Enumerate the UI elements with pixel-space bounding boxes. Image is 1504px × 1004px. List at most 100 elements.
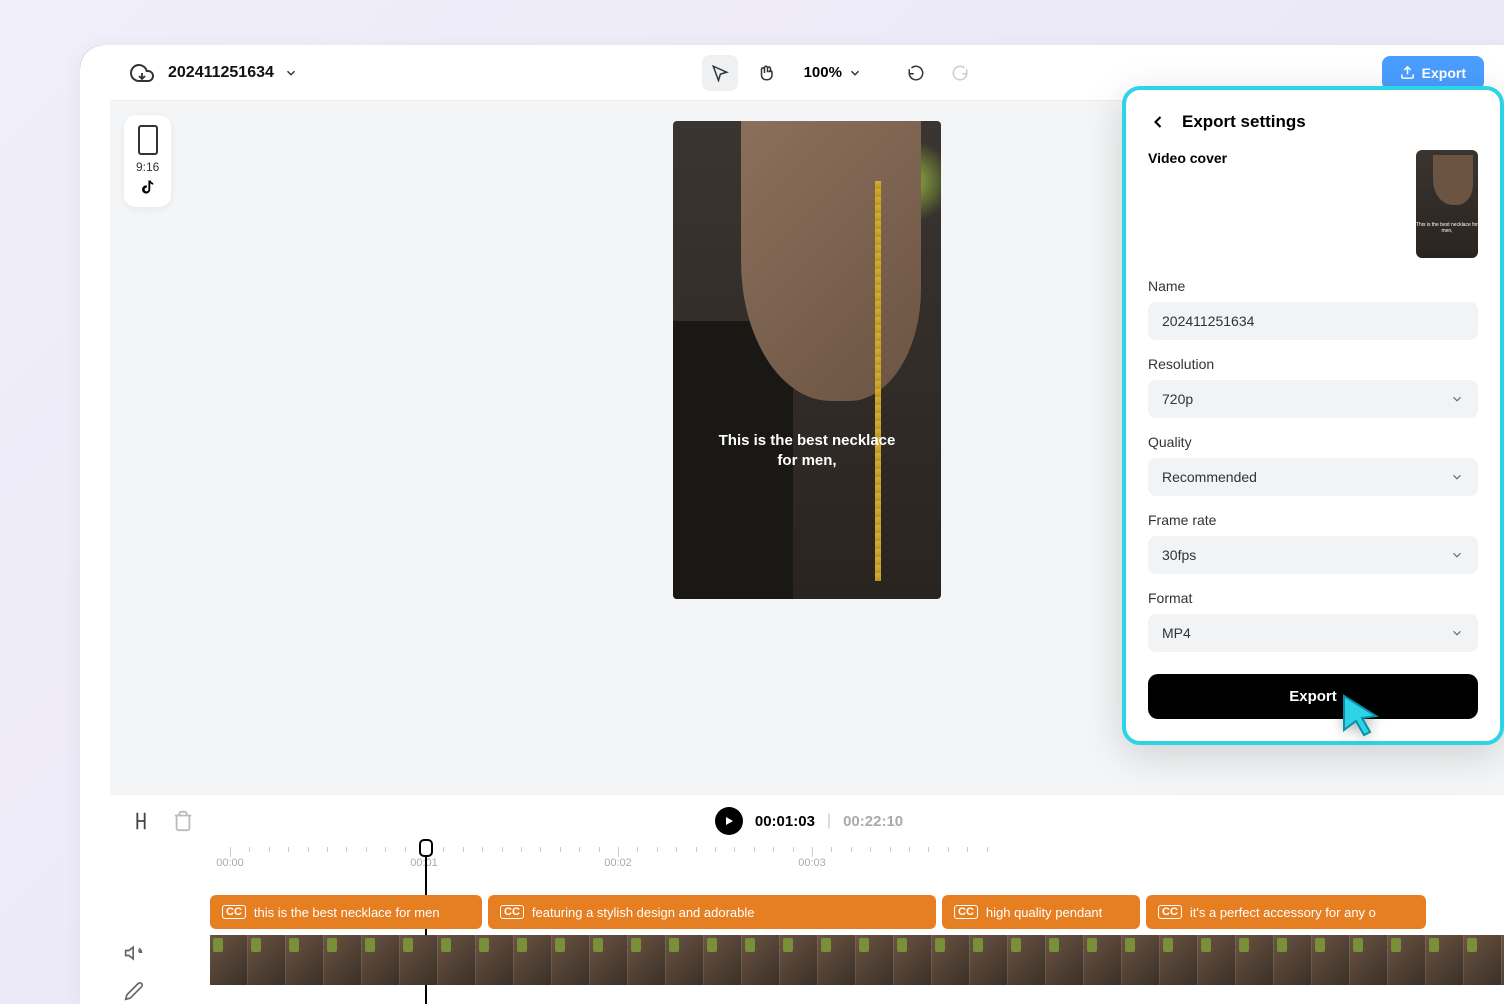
framerate-select[interactable]: 30fps <box>1148 536 1478 574</box>
export-button[interactable]: Export <box>1382 56 1484 90</box>
track-icons <box>124 943 144 1001</box>
cc-icon: CC <box>954 905 978 919</box>
name-group: Name <box>1148 278 1478 340</box>
video-thumbnail[interactable] <box>1046 935 1084 985</box>
aspect-ratio-card[interactable]: 9:16 <box>124 115 171 207</box>
video-thumbnail[interactable] <box>742 935 780 985</box>
chevron-down-icon <box>284 66 298 80</box>
back-button[interactable] <box>1148 112 1168 132</box>
video-thumbnail[interactable] <box>248 935 286 985</box>
timeline-controls: 00:01:03 | 00:22:10 <box>110 795 1504 847</box>
caption-clip[interactable]: CCfeaturing a stylish design and adorabl… <box>488 895 936 929</box>
video-thumbnail[interactable] <box>818 935 856 985</box>
video-thumbnail[interactable] <box>1426 935 1464 985</box>
topbar-center: 100% <box>702 55 978 91</box>
video-thumbnail[interactable] <box>856 935 894 985</box>
video-thumbnail[interactable] <box>286 935 324 985</box>
video-thumbnail[interactable] <box>552 935 590 985</box>
chevron-down-icon <box>1450 548 1464 562</box>
video-thumbnail[interactable] <box>438 935 476 985</box>
video-thumbnail[interactable] <box>970 935 1008 985</box>
zoom-value: 100% <box>804 64 842 81</box>
video-thumbnail[interactable] <box>1122 935 1160 985</box>
timeline-ruler[interactable]: 00:00 00:01 00:02 00:03 <box>110 847 1504 881</box>
cursor-tool[interactable] <box>702 55 738 91</box>
project-title: 202411251634 <box>168 64 274 82</box>
resolution-select[interactable]: 720p <box>1148 380 1478 418</box>
video-thumbnail[interactable] <box>894 935 932 985</box>
playhead-handle[interactable] <box>419 839 433 857</box>
quality-select[interactable]: Recommended <box>1148 458 1478 496</box>
ruler-label: 00:02 <box>604 857 632 869</box>
zoom-dropdown[interactable]: 100% <box>794 64 872 81</box>
video-track[interactable] <box>210 935 1504 985</box>
video-thumbnail[interactable] <box>780 935 818 985</box>
video-thumbnail[interactable] <box>1198 935 1236 985</box>
split-icon[interactable] <box>130 810 152 832</box>
video-thumbnail[interactable] <box>210 935 248 985</box>
caption-clip[interactable]: CCit's a perfect accessory for any o <box>1146 895 1426 929</box>
hand-tool[interactable] <box>748 55 784 91</box>
delete-icon[interactable] <box>172 810 194 832</box>
video-thumbnail[interactable] <box>400 935 438 985</box>
total-time: 00:22:10 <box>843 813 903 830</box>
video-thumbnail[interactable] <box>666 935 704 985</box>
panel-title: Export settings <box>1182 112 1306 132</box>
redo-button[interactable] <box>942 55 978 91</box>
ruler-label: 00:01 <box>410 857 438 869</box>
chevron-down-icon <box>1450 626 1464 640</box>
video-thumbnail[interactable] <box>628 935 666 985</box>
video-cover-row: Video cover This is the best necklace fo… <box>1148 150 1478 258</box>
cover-thumbnail[interactable]: This is the best necklace for men, <box>1416 150 1478 258</box>
aspect-ratio-label: 9:16 <box>136 160 159 174</box>
ruler-label: 00:00 <box>216 857 244 869</box>
timeline-tracks: CCthis is the best necklace for menCCfea… <box>110 895 1504 985</box>
video-thumbnail[interactable] <box>1236 935 1274 985</box>
tiktok-icon <box>139 179 157 197</box>
caption-clip[interactable]: CChigh quality pendant <box>942 895 1140 929</box>
video-thumbnail[interactable] <box>1312 935 1350 985</box>
video-preview[interactable]: This is the best necklace for men, <box>673 121 941 599</box>
cloud-icon[interactable] <box>130 61 154 85</box>
name-input[interactable] <box>1148 302 1478 340</box>
video-thumbnail[interactable] <box>1388 935 1426 985</box>
upload-icon <box>1400 65 1415 80</box>
video-thumbnail[interactable] <box>1274 935 1312 985</box>
caption-clip[interactable]: CCthis is the best necklace for men <box>210 895 482 929</box>
cc-icon: CC <box>222 905 246 919</box>
video-thumbnail[interactable] <box>1350 935 1388 985</box>
chevron-down-icon <box>848 66 862 80</box>
video-thumbnail[interactable] <box>514 935 552 985</box>
video-thumbnail[interactable] <box>324 935 362 985</box>
topbar-right: Export <box>1382 56 1484 90</box>
video-thumbnail[interactable] <box>1160 935 1198 985</box>
video-thumbnail[interactable] <box>1464 935 1502 985</box>
timeline-section: 00:01:03 | 00:22:10 00:00 00:01 00:02 00:03… <box>110 794 1504 1004</box>
video-thumbnail[interactable] <box>362 935 400 985</box>
video-thumbnail[interactable] <box>476 935 514 985</box>
playback-controls: 00:01:03 | 00:22:10 <box>715 807 903 835</box>
video-thumbnail[interactable] <box>1008 935 1046 985</box>
play-button[interactable] <box>715 807 743 835</box>
volume-icon[interactable] <box>124 943 144 963</box>
caption-track[interactable]: CCthis is the best necklace for menCCfea… <box>210 895 1504 929</box>
time-separator: | <box>827 812 831 830</box>
video-thumbnail[interactable] <box>932 935 970 985</box>
format-select[interactable]: MP4 <box>1148 614 1478 652</box>
resolution-label: Resolution <box>1148 356 1478 372</box>
ruler-label: 00:03 <box>798 857 826 869</box>
project-title-dropdown[interactable]: 202411251634 <box>168 64 298 82</box>
framerate-label: Frame rate <box>1148 512 1478 528</box>
video-thumbnail[interactable] <box>1084 935 1122 985</box>
cc-icon: CC <box>500 905 524 919</box>
video-thumbnail[interactable] <box>704 935 742 985</box>
format-label: Format <box>1148 590 1478 606</box>
preview-caption: This is the best necklace for men, <box>673 431 941 470</box>
export-action-button[interactable]: Export <box>1148 674 1478 719</box>
name-label: Name <box>1148 278 1478 294</box>
undo-button[interactable] <box>898 55 934 91</box>
edit-track-icon[interactable] <box>124 981 144 1001</box>
video-thumbnail[interactable] <box>590 935 628 985</box>
export-settings-panel: Export settings Video cover This is the … <box>1122 86 1504 745</box>
framerate-group: Frame rate 30fps <box>1148 512 1478 574</box>
